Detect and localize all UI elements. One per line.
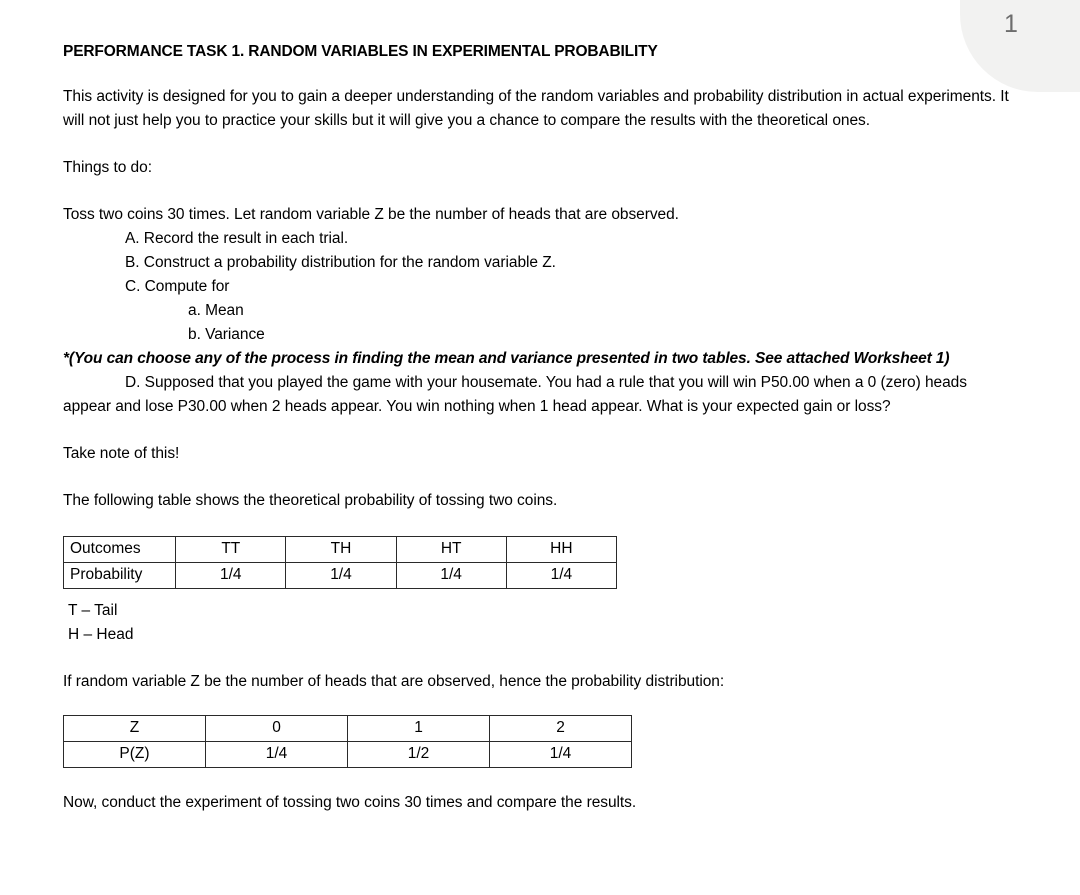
outcome-cell: TT: [175, 535, 287, 563]
row-label-outcomes: Outcomes: [62, 535, 177, 563]
row-label-z: Z: [63, 714, 206, 742]
substep-item-b: b. Variance: [188, 325, 265, 343]
table-row: Outcomes TT TH HT HH: [62, 535, 618, 563]
table-row: Probability 1/4 1/4 1/4 1/4: [62, 561, 618, 589]
pz-value-cell: 1/2: [347, 740, 490, 768]
legend-tail: T – Tail: [68, 601, 118, 619]
step-item-c: C. Compute for: [125, 277, 230, 295]
probability-cell: 1/4: [395, 561, 507, 589]
page-title: PERFORMANCE TASK 1. RANDOM VARIABLES IN …: [63, 43, 658, 60]
z-value-cell: 1: [347, 714, 490, 742]
row-label-probability: Probability: [62, 561, 177, 589]
things-to-do-label: Things to do:: [63, 158, 152, 176]
worksheet-note: *(You can choose any of the process in f…: [63, 349, 950, 367]
outcome-cell: TH: [285, 535, 397, 563]
intro-paragraph: This activity is designed for you to gai…: [63, 87, 1009, 129]
row-label-pz: P(Z): [63, 740, 206, 768]
z-value-cell: 0: [205, 714, 348, 742]
closing-paragraph: Now, conduct the experiment of tossing t…: [63, 793, 637, 811]
table-row: Z 0 1 2: [63, 714, 632, 742]
table1-intro: The following table shows the theoretica…: [63, 491, 558, 509]
instruction-line: Toss two coins 30 times. Let random vari…: [63, 205, 679, 223]
pz-value-cell: 1/4: [489, 740, 632, 768]
step-item-a: A. Record the result in each trial.: [125, 229, 349, 247]
probability-cell: 1/4: [175, 561, 287, 589]
step-item-d: D. Supposed that you played the game wit…: [63, 373, 967, 415]
table-row: P(Z) 1/4 1/2 1/4: [63, 740, 632, 768]
substep-item-a: a. Mean: [188, 301, 244, 319]
z-value-cell: 2: [489, 714, 632, 742]
legend-head: H – Head: [68, 625, 134, 643]
take-note-heading: Take note of this!: [63, 444, 180, 462]
document-body: PERFORMANCE TASK 1. RANDOM VARIABLES IN …: [62, 0, 1017, 815]
step-item-b: B. Construct a probability distribution …: [125, 253, 556, 271]
table2-intro: If random variable Z be the number of he…: [63, 672, 725, 690]
outcome-cell: HH: [505, 535, 618, 563]
theoretical-probability-table: Outcomes TT TH HT HH Probability 1/4 1/4…: [62, 535, 618, 589]
probability-cell: 1/4: [505, 561, 618, 589]
outcome-cell: HT: [395, 535, 507, 563]
probability-distribution-table: Z 0 1 2 P(Z) 1/4 1/2 1/4: [63, 714, 632, 768]
pz-value-cell: 1/4: [205, 740, 348, 768]
probability-cell: 1/4: [285, 561, 397, 589]
